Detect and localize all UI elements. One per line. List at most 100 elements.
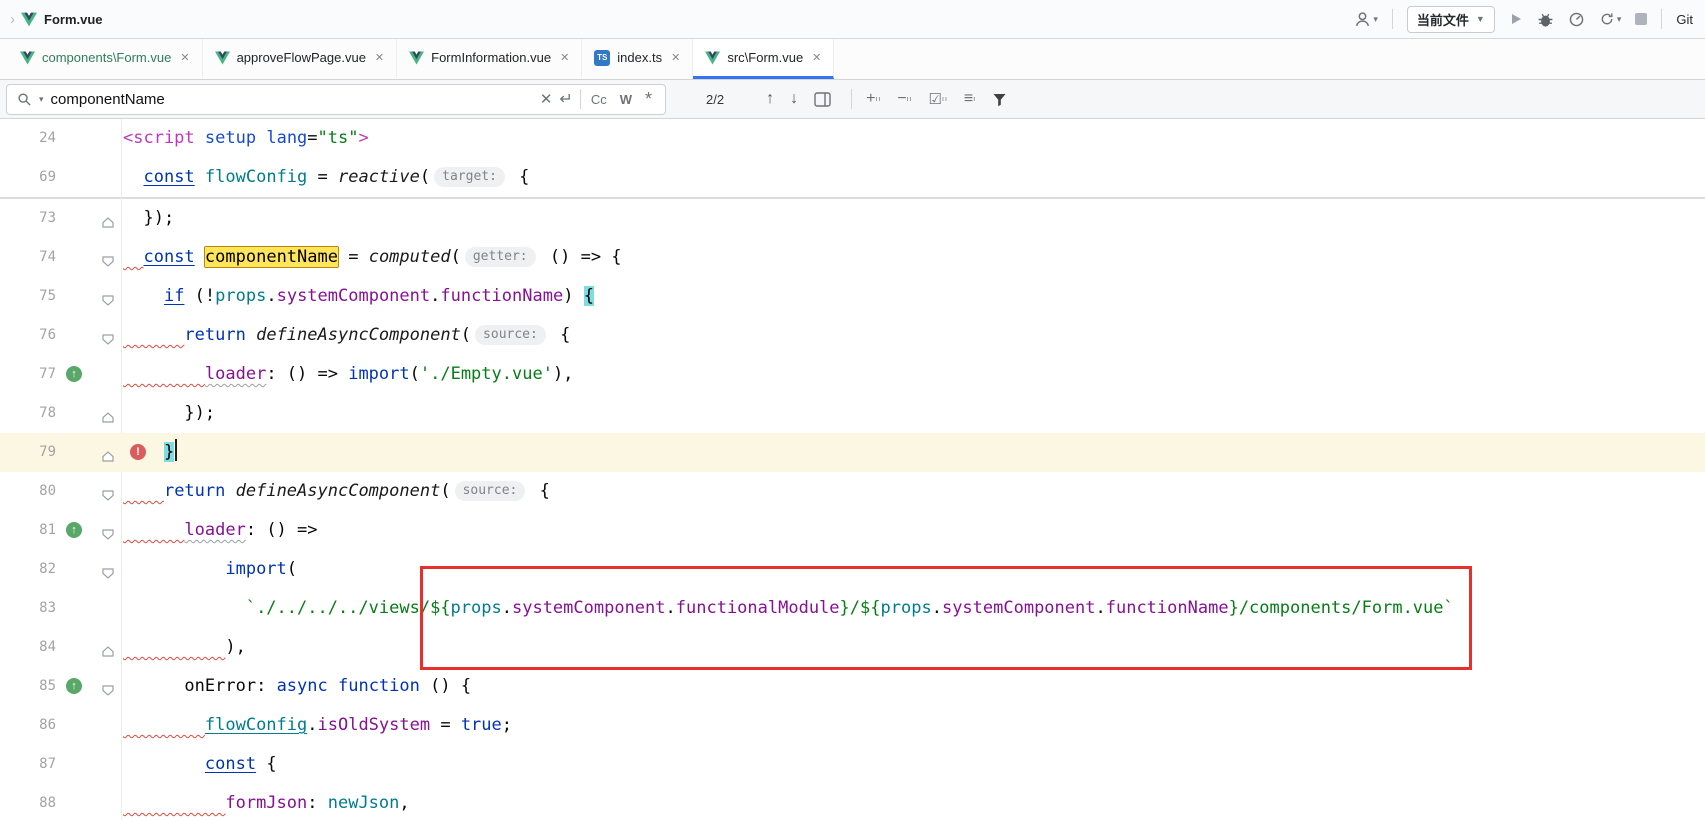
fold-icon[interactable] bbox=[102, 252, 114, 271]
next-match-icon[interactable]: ↓ bbox=[782, 90, 806, 108]
close-tab-icon[interactable]: ✕ bbox=[375, 51, 384, 64]
clear-search-icon[interactable]: ✕ bbox=[540, 90, 553, 108]
code-line-84[interactable]: 84 ), bbox=[0, 628, 1705, 667]
run-configuration-selector[interactable]: 当前文件 ▼ bbox=[1407, 6, 1495, 33]
code-token: : () => bbox=[246, 520, 318, 540]
code-token: return bbox=[184, 325, 245, 345]
code-token: flowConfig bbox=[205, 715, 307, 735]
close-tab-icon[interactable]: ✕ bbox=[560, 51, 569, 64]
code-token: . bbox=[502, 598, 512, 618]
indent bbox=[123, 715, 205, 735]
code-line-24[interactable]: 24 <script setup lang="ts"> bbox=[0, 119, 1705, 158]
search-history-chevron-icon[interactable]: ▾ bbox=[39, 94, 44, 105]
editor[interactable]: 24 <script setup lang="ts">69 const flowC… bbox=[0, 119, 1705, 820]
code-line-77[interactable]: 77↑ loader: () => import('./Empty.vue'), bbox=[0, 355, 1705, 394]
prev-match-icon[interactable]: ↑ bbox=[758, 90, 782, 108]
code-token: . bbox=[666, 598, 676, 618]
code-line-75[interactable]: 75 if (!props.systemComponent.functionNa… bbox=[0, 277, 1705, 316]
profiler-icon[interactable] bbox=[1568, 11, 1585, 28]
code-line-80[interactable]: 80 return defineAsyncComponent(source: { bbox=[0, 472, 1705, 511]
fold-icon[interactable] bbox=[102, 213, 114, 232]
code-text: <script setup lang="ts"> bbox=[123, 119, 369, 158]
code-line-82[interactable]: 82 import( bbox=[0, 550, 1705, 589]
close-tab-icon[interactable]: ✕ bbox=[812, 51, 821, 64]
code-line-88[interactable]: 88 formJson: newJson, bbox=[0, 784, 1705, 820]
error-icon[interactable]: ! bbox=[130, 444, 146, 460]
fold-icon[interactable] bbox=[102, 486, 114, 505]
indent bbox=[123, 637, 225, 657]
code-token: . bbox=[1095, 598, 1105, 618]
run-icon[interactable] bbox=[1509, 12, 1523, 26]
fold-icon[interactable] bbox=[102, 525, 114, 544]
breadcrumb-chevron: › bbox=[10, 11, 15, 28]
brace-match-highlight: } bbox=[164, 442, 174, 462]
words-toggle[interactable]: W bbox=[617, 92, 635, 107]
code-line-78[interactable]: 78 }); bbox=[0, 394, 1705, 433]
remove-occurrence-icon[interactable]: −ıı bbox=[897, 90, 912, 108]
fold-icon[interactable] bbox=[102, 447, 114, 466]
search-icon[interactable] bbox=[17, 92, 32, 107]
fold-icon[interactable] bbox=[102, 642, 114, 661]
code-text: ), bbox=[123, 628, 246, 667]
inlay-hint: source: bbox=[455, 481, 526, 501]
filter-icon[interactable] bbox=[992, 92, 1007, 107]
code-token: /components/Form.vue` bbox=[1239, 598, 1454, 618]
code-token: async bbox=[277, 676, 328, 696]
tab-approveflowpage.vue[interactable]: approveFlowPage.vue✕ bbox=[203, 39, 398, 79]
code-token: { bbox=[256, 754, 276, 774]
stop-icon[interactable] bbox=[1635, 13, 1647, 25]
git-menu[interactable]: Git bbox=[1676, 12, 1693, 27]
indent bbox=[123, 403, 184, 423]
code-line-86[interactable]: 86 flowConfig.isOldSystem = true; bbox=[0, 706, 1705, 745]
add-occurrence-icon[interactable]: +ıı bbox=[866, 90, 881, 108]
close-tab-icon[interactable]: ✕ bbox=[671, 51, 680, 64]
fold-icon[interactable] bbox=[102, 408, 114, 427]
newline-icon[interactable]: ↵ bbox=[559, 89, 572, 109]
select-all-matches-icon[interactable]: ☑ıı bbox=[929, 90, 948, 108]
tab-index.ts[interactable]: TSindex.ts✕ bbox=[582, 39, 693, 79]
green-arrow-gutter-icon[interactable]: ↑ bbox=[66, 522, 82, 538]
code-line-76[interactable]: 76 return defineAsyncComponent(source: { bbox=[0, 316, 1705, 355]
code-token bbox=[246, 325, 256, 345]
debug-icon[interactable] bbox=[1537, 11, 1554, 28]
code-line-81[interactable]: 81↑ loader: () => bbox=[0, 511, 1705, 550]
code-text: formJson: newJson, bbox=[123, 784, 410, 820]
close-tab-icon[interactable]: ✕ bbox=[180, 51, 189, 64]
code-text: loader: () => import('./Empty.vue'), bbox=[123, 355, 573, 394]
search-query-text[interactable]: componentName bbox=[51, 91, 533, 108]
indent bbox=[123, 286, 164, 306]
gutter: 87 bbox=[0, 745, 123, 784]
code-token: : () => bbox=[266, 364, 348, 384]
green-arrow-gutter-icon[interactable]: ↑ bbox=[66, 366, 82, 382]
filter-options-icon[interactable]: ≡ı bbox=[964, 90, 976, 108]
user-icon[interactable]: ▾ bbox=[1354, 11, 1378, 28]
fold-icon[interactable] bbox=[102, 564, 114, 583]
code-text: return defineAsyncComponent(source: { bbox=[123, 316, 570, 355]
code-line-87[interactable]: 87 const { bbox=[0, 745, 1705, 784]
match-case-toggle[interactable]: Cc bbox=[588, 92, 610, 107]
fold-icon[interactable] bbox=[102, 681, 114, 700]
search-input[interactable]: ▾ componentName ✕ ↵ Cc W * bbox=[6, 84, 666, 115]
code-line-73[interactable]: 73 }); bbox=[0, 199, 1705, 238]
line-number: 74 bbox=[0, 238, 56, 277]
code-token bbox=[225, 481, 235, 501]
fold-icon[interactable] bbox=[102, 291, 114, 310]
line-number: 24 bbox=[0, 119, 56, 158]
gutter: 85↑ bbox=[0, 667, 123, 706]
rerun-icon[interactable]: ▾ bbox=[1599, 11, 1622, 27]
code-line-69[interactable]: 69 const flowConfig = reactive(target: { bbox=[0, 158, 1705, 197]
find-bar: ▾ componentName ✕ ↵ Cc W * 2/2 ↑ ↓ +ıı −… bbox=[0, 80, 1705, 119]
fold-icon[interactable] bbox=[102, 330, 114, 349]
indent bbox=[123, 481, 164, 501]
regex-toggle[interactable]: * bbox=[642, 89, 655, 110]
tab-forminformation.vue[interactable]: FormInformation.vue✕ bbox=[397, 39, 582, 79]
code-line-85[interactable]: 85↑ onError: async function () { bbox=[0, 667, 1705, 706]
open-in-tool-window-icon[interactable] bbox=[806, 92, 839, 107]
tab-src-form.vue[interactable]: src\Form.vue✕ bbox=[693, 39, 834, 79]
tab-components-form.vue[interactable]: components\Form.vue✕ bbox=[8, 39, 203, 79]
code-line-83[interactable]: 83 `./../../../views/${props.systemCompo… bbox=[0, 589, 1705, 628]
line-number: 76 bbox=[0, 316, 56, 355]
code-line-79[interactable]: 79! } bbox=[0, 433, 1705, 472]
code-line-74[interactable]: 74 const componentName = computed(getter… bbox=[0, 238, 1705, 277]
green-arrow-gutter-icon[interactable]: ↑ bbox=[66, 678, 82, 694]
